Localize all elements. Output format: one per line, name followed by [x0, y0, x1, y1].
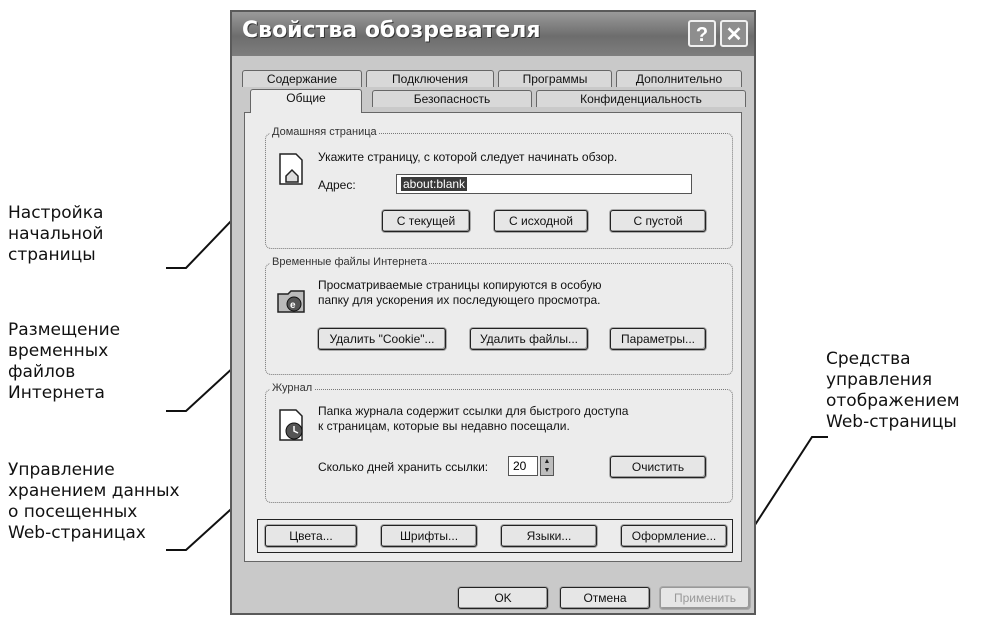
settings-button[interactable]: Параметры... — [610, 328, 706, 350]
internet-options-dialog: Свойства обозревателя ? ✕ Содержание Под… — [230, 10, 756, 615]
tab-advanced[interactable]: Дополнительно — [616, 70, 742, 87]
home-page-group: Домашняя страница Укажите страницу, с ко… — [265, 126, 733, 249]
tab-general[interactable]: Общие — [250, 89, 362, 113]
callout-temp-files: Размещение временных файлов Интернета — [8, 320, 121, 403]
address-input[interactable]: about:blank — [396, 174, 692, 194]
home-page-group-label: Домашняя страница — [270, 126, 379, 138]
temp-files-group: Временные файлы Интернета e Просматривае… — [265, 256, 733, 375]
temp-files-group-label: Временные файлы Интернета — [270, 256, 430, 268]
svg-text:e: e — [290, 300, 296, 311]
cancel-button[interactable]: Отмена — [560, 587, 650, 609]
days-spinner[interactable]: ▲ ▼ — [540, 456, 554, 476]
dialog-title: Свойства обозревателя — [242, 18, 541, 43]
history-icon — [279, 409, 303, 441]
help-button[interactable]: ? — [688, 20, 716, 47]
home-page-icon — [279, 153, 303, 185]
address-value: about:blank — [401, 177, 468, 191]
tab-security[interactable]: Безопасность — [372, 90, 532, 107]
tab-content[interactable]: Содержание — [242, 70, 362, 87]
history-line1: Папка журнала содержит ссылки для быстро… — [318, 404, 629, 418]
delete-cookies-button[interactable]: Удалить "Cookie"... — [318, 328, 446, 350]
temp-files-line2: папку для ускорения их последующего прос… — [318, 293, 601, 307]
delete-files-button[interactable]: Удалить файлы... — [470, 328, 588, 350]
apply-button[interactable]: Применить — [660, 587, 750, 609]
address-label: Адрес: — [318, 178, 356, 192]
use-current-button[interactable]: С текущей — [382, 210, 470, 232]
clear-history-button[interactable]: Очистить — [610, 456, 706, 478]
days-input[interactable]: 20 — [508, 456, 538, 476]
use-blank-button[interactable]: С пустой — [610, 210, 706, 232]
title-bar[interactable]: Свойства обозревателя ? ✕ — [232, 12, 754, 56]
temp-files-line1: Просматриваемые страницы копируются в ос… — [318, 278, 602, 292]
ok-button[interactable]: OK — [458, 587, 548, 609]
history-group-label: Журнал — [270, 382, 315, 394]
days-label: Сколько дней хранить ссылки: — [318, 460, 489, 474]
callout-home-page: Настройка начальной страницы — [8, 203, 104, 265]
use-default-button[interactable]: С исходной — [494, 210, 588, 232]
callout-display: Средства управления отображением Web-стр… — [826, 349, 960, 432]
temp-files-icon: e — [277, 290, 305, 313]
history-group: Журнал Папка журнала содержит ссылки для… — [265, 382, 733, 503]
callout-history: Управление хранением данных о посещенных… — [8, 460, 180, 543]
close-button[interactable]: ✕ — [720, 20, 748, 47]
tab-connections[interactable]: Подключения — [366, 70, 494, 87]
tab-programs[interactable]: Программы — [498, 70, 612, 87]
tab-privacy[interactable]: Конфиденциальность — [536, 90, 746, 107]
general-tab-panel: Домашняя страница Укажите страницу, с ко… — [244, 112, 742, 562]
languages-button[interactable]: Языки... — [501, 525, 597, 547]
fonts-button[interactable]: Шрифты... — [381, 525, 477, 547]
history-line2: к страницам, которые вы недавно посещали… — [318, 419, 570, 433]
home-page-instruction: Укажите страницу, с которой следует начи… — [318, 150, 618, 164]
accessibility-button[interactable]: Оформление... — [621, 525, 727, 547]
colors-button[interactable]: Цвета... — [265, 525, 357, 547]
